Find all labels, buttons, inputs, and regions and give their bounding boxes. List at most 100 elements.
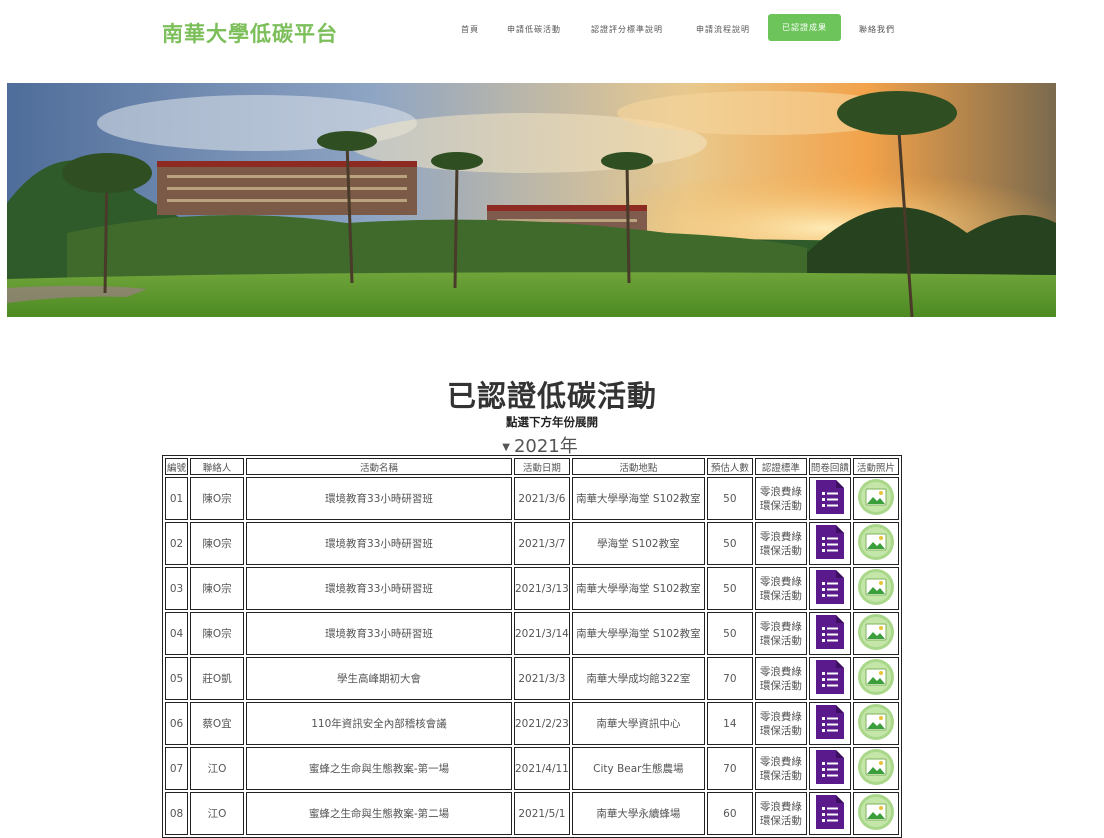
cert-line-2: 環保活動 — [759, 724, 802, 737]
cell-date: 2021/2/23 — [514, 702, 570, 745]
cell-activity-photos — [852, 477, 899, 520]
cell-contact: 陳O宗 — [190, 567, 244, 610]
cell-date: 2021/5/1 — [514, 792, 570, 835]
page-subtitle: 點選下方年份展開 — [506, 415, 598, 429]
cell-location: 南華大學學海堂 S102教室 — [571, 477, 705, 520]
cell-contact: 陳O宗 — [190, 522, 244, 565]
image-icon[interactable] — [857, 793, 895, 834]
cell-certification: 零浪費綠 環保活動 — [754, 747, 807, 790]
image-icon[interactable] — [857, 658, 895, 699]
cell-survey-feedback — [808, 747, 851, 790]
cell-certification: 零浪費綠 環保活動 — [754, 792, 807, 835]
cell-no: 03 — [165, 567, 188, 610]
nav-certified-results[interactable]: 已認證成果 — [768, 14, 841, 41]
cell-contact: 江O — [190, 747, 244, 790]
nav-apply-process[interactable]: 申請流程說明 — [696, 24, 750, 35]
cell-certification: 零浪費綠 環保活動 — [754, 702, 807, 745]
image-icon[interactable] — [857, 478, 895, 519]
table-row: 05 莊O凱 學生高峰期初大會 2021/3/3 南華大學成均館322室 70 零浪費綠 環保… — [165, 657, 899, 700]
cell-activity-photos — [852, 567, 899, 610]
cell-survey-feedback — [808, 612, 851, 655]
header-no: 編號 — [165, 458, 188, 475]
cell-survey-feedback — [808, 567, 851, 610]
page-title: 已認證低碳活動 — [446, 379, 657, 413]
table-header-row: 編號 聯絡人 活動名稱 活動日期 活動地點 預估人數 認證標準 問卷回饋 活動照片 — [165, 458, 899, 475]
cert-line-2: 環保活動 — [759, 634, 802, 647]
form-icon[interactable] — [814, 568, 846, 609]
image-icon[interactable] — [857, 703, 895, 744]
header-certification: 認證標準 — [754, 458, 807, 475]
cert-line-1: 零浪費綠 — [759, 530, 802, 543]
nav-home[interactable]: 首頁 — [461, 24, 479, 35]
table-row: 07 江O 蜜蜂之生命與生態教案-第一場 2021/4/11 City Bear生態農場… — [165, 747, 899, 790]
image-icon[interactable] — [857, 613, 895, 654]
header-activity-name: 活動名稱 — [246, 458, 512, 475]
cell-estimated-people: 50 — [706, 477, 753, 520]
cert-line-1: 零浪費綠 — [759, 800, 802, 813]
cert-line-1: 零浪費綠 — [759, 620, 802, 633]
header-contact: 聯絡人 — [190, 458, 244, 475]
nav-scoring-criteria[interactable]: 認證評分標準說明 — [591, 24, 663, 35]
header-date: 活動日期 — [514, 458, 570, 475]
cell-survey-feedback — [808, 522, 851, 565]
table-row: 02 陳O宗 環境教育33小時研習班 2021/3/7 學海堂 S102教室 50 零浪費綠… — [165, 522, 899, 565]
cert-line-2: 環保活動 — [759, 589, 802, 602]
table-row: 08 江O 蜜蜂之生命與生態教案-第二場 2021/5/1 南華大學永續蜂場 60 零浪費綠… — [165, 792, 899, 835]
cert-line-1: 零浪費綠 — [759, 665, 802, 678]
cell-no: 04 — [165, 612, 188, 655]
image-icon[interactable] — [857, 523, 895, 564]
cell-activity-photos — [852, 747, 899, 790]
cell-no: 07 — [165, 747, 188, 790]
form-icon[interactable] — [814, 658, 846, 699]
form-icon[interactable] — [814, 793, 846, 834]
cell-location: 南華大學成均館322室 — [571, 657, 705, 700]
image-icon[interactable] — [857, 568, 895, 609]
nav-contact-us[interactable]: 聯絡我們 — [859, 24, 895, 35]
form-icon[interactable] — [814, 748, 846, 789]
cell-location: 學海堂 S102教室 — [571, 522, 705, 565]
image-icon[interactable] — [857, 748, 895, 789]
cell-activity-name: 環境教育33小時研習班 — [246, 477, 512, 520]
cell-no: 02 — [165, 522, 188, 565]
cell-activity-name: 環境教育33小時研習班 — [246, 567, 512, 610]
cert-line-2: 環保活動 — [759, 769, 802, 782]
form-icon[interactable] — [814, 703, 846, 744]
cell-estimated-people: 60 — [706, 792, 753, 835]
cert-line-2: 環保活動 — [759, 814, 802, 827]
activities-table: 編號 聯絡人 活動名稱 活動日期 活動地點 預估人數 認證標準 問卷回饋 活動照片 01 陳O宗環… — [162, 455, 902, 838]
cert-line-1: 零浪費綠 — [759, 710, 802, 723]
nav-apply-activity[interactable]: 申請低碳活動 — [507, 24, 561, 35]
header-estimated-people: 預估人數 — [706, 458, 753, 475]
cell-activity-photos — [852, 792, 899, 835]
cert-line-2: 環保活動 — [759, 679, 802, 692]
year-label: 2021年 — [513, 436, 578, 457]
cert-line-1: 零浪費綠 — [759, 575, 802, 588]
cell-date: 2021/4/11 — [514, 747, 570, 790]
cell-certification: 零浪費綠 環保活動 — [754, 567, 807, 610]
cell-certification: 零浪費綠 環保活動 — [754, 477, 807, 520]
cell-date: 2021/3/3 — [514, 657, 570, 700]
top-bar: 南華大學低碳平台 首頁 申請低碳活動 認證評分標準說明 申請流程說明 已認證成果… — [0, 0, 1104, 66]
cell-contact: 陳O宗 — [190, 477, 244, 520]
cell-survey-feedback — [808, 657, 851, 700]
cell-location: 南華大學資訊中心 — [571, 702, 705, 745]
cell-date: 2021/3/14 — [514, 612, 570, 655]
cell-estimated-people: 50 — [706, 567, 753, 610]
caret-down-icon: ▼ — [502, 442, 510, 453]
cell-estimated-people: 14 — [706, 702, 753, 745]
cell-date: 2021/3/7 — [514, 522, 570, 565]
cell-activity-photos — [852, 657, 899, 700]
cell-no: 06 — [165, 702, 188, 745]
cell-location: 南華大學永續蜂場 — [571, 792, 705, 835]
cell-activity-name: 環境教育33小時研習班 — [246, 522, 512, 565]
form-icon[interactable] — [814, 523, 846, 564]
cell-activity-name: 蜜蜂之生命與生態教案-第二場 — [246, 792, 512, 835]
cell-estimated-people: 70 — [706, 747, 753, 790]
form-icon[interactable] — [814, 478, 846, 519]
table-body: 01 陳O宗 環境教育33小時研習班 2021/3/6 南華大學學海堂 S102教室 50… — [165, 477, 899, 835]
cell-location: 南華大學學海堂 S102教室 — [571, 567, 705, 610]
form-icon[interactable] — [814, 613, 846, 654]
cell-contact: 蔡O宜 — [190, 702, 244, 745]
cert-line-1: 零浪費綠 — [759, 485, 802, 498]
cell-activity-name: 環境教育33小時研習班 — [246, 612, 512, 655]
